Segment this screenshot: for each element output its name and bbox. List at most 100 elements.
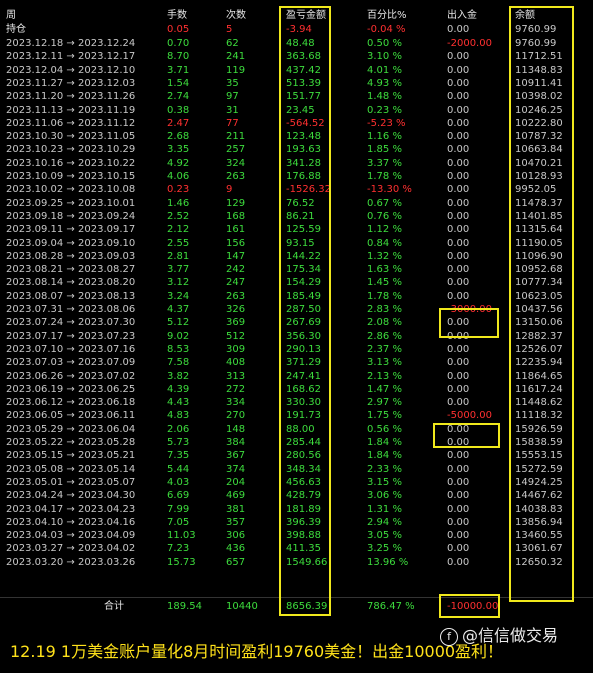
cell-flow: 0.00 bbox=[447, 237, 470, 249]
cell-lots: 3.77 bbox=[167, 264, 190, 276]
cell-flow: 0.00 bbox=[447, 556, 470, 568]
cell-trades: 242 bbox=[226, 264, 246, 276]
cell-pct: 4.93 % bbox=[367, 77, 402, 89]
cell-lots: 15.73 bbox=[167, 556, 196, 568]
open-flow: 0.00 bbox=[447, 24, 470, 35]
cell-lots: 3.24 bbox=[167, 290, 190, 302]
cell-flow: 0.00 bbox=[447, 370, 470, 382]
cell-period: 2023.10.02 → 2023.10.08 bbox=[6, 184, 136, 196]
cell-pct: 3.13 % bbox=[367, 357, 402, 369]
cell-period: 2023.10.09 → 2023.10.15 bbox=[6, 171, 136, 182]
header-pct[interactable]: 百分比% bbox=[367, 10, 407, 22]
cell-flow: 0.00 bbox=[447, 463, 470, 475]
header-lots[interactable]: 手数 bbox=[167, 10, 187, 22]
cell-pct: 0.56 % bbox=[367, 423, 402, 435]
cell-period: 2023.11.13 → 2023.11.19 bbox=[6, 104, 136, 116]
cell-pct: 3.37 % bbox=[367, 157, 402, 169]
cell-period: 2023.03.27 → 2023.04.02 bbox=[6, 543, 136, 555]
watermark-text: @信信做交易 bbox=[462, 626, 559, 645]
cell-pct: 1.32 % bbox=[367, 250, 402, 262]
cell-period: 2023.05.22 → 2023.05.28 bbox=[6, 437, 136, 448]
cell-lots: 4.39 bbox=[167, 383, 190, 395]
cell-trades: 381 bbox=[226, 503, 246, 515]
cell-period: 2023.11.27 → 2023.12.03 bbox=[6, 77, 136, 89]
cell-trades: 148 bbox=[226, 423, 246, 435]
cell-trades: 263 bbox=[226, 290, 246, 302]
cell-period: 2023.04.03 → 2023.04.09 bbox=[6, 530, 136, 542]
cell-flow: 0.00 bbox=[447, 210, 470, 222]
total-lots: 189.54 bbox=[167, 601, 202, 612]
cell-pct: 2.37 % bbox=[367, 343, 402, 355]
cell-period: 2023.07.24 → 2023.07.30 bbox=[6, 317, 136, 329]
cell-period: 2023.08.21 → 2023.08.27 bbox=[6, 264, 136, 276]
open-lots: 0.05 bbox=[167, 24, 190, 35]
header-period[interactable]: 周 bbox=[6, 10, 16, 22]
cell-lots: 0.23 bbox=[167, 184, 190, 196]
cell-lots: 3.82 bbox=[167, 370, 190, 382]
cell-trades: 62 bbox=[226, 38, 239, 49]
cell-flow: 0.00 bbox=[447, 224, 470, 236]
header-flow[interactable]: 出入金 bbox=[447, 10, 477, 22]
cell-trades: 161 bbox=[226, 224, 246, 236]
cell-lots: 5.73 bbox=[167, 437, 190, 448]
cell-lots: 3.71 bbox=[167, 64, 190, 76]
cell-trades: 334 bbox=[226, 397, 246, 409]
cell-trades: 270 bbox=[226, 410, 246, 422]
cell-period: 2023.10.23 → 2023.10.29 bbox=[6, 144, 136, 156]
cell-period: 2023.07.03 → 2023.07.09 bbox=[6, 357, 136, 369]
cell-flow: 0.00 bbox=[447, 383, 470, 395]
cell-lots: 4.92 bbox=[167, 157, 190, 169]
cell-flow: 0.00 bbox=[447, 530, 470, 542]
cell-pct: 1.84 % bbox=[367, 450, 402, 462]
cell-pct: 2.97 % bbox=[367, 397, 402, 409]
cell-lots: 5.12 bbox=[167, 317, 190, 329]
cell-lots: 3.35 bbox=[167, 144, 190, 156]
cell-trades: 357 bbox=[226, 516, 246, 528]
watermark: f @信信做交易 bbox=[440, 622, 558, 646]
caption-text: 12.19 1万美金账户量化8月时间盈利19760美金！出金10000盈利！ bbox=[10, 642, 504, 661]
cell-trades: 309 bbox=[226, 343, 246, 355]
cell-flow: 0.00 bbox=[447, 543, 470, 555]
cell-trades: 324 bbox=[226, 157, 246, 169]
cell-period: 2023.12.11 → 2023.12.17 bbox=[6, 51, 136, 63]
cell-pct: 1.78 % bbox=[367, 171, 402, 182]
cell-flow: 0.00 bbox=[447, 117, 470, 129]
cell-lots: 4.43 bbox=[167, 397, 190, 409]
cell-period: 2023.11.20 → 2023.11.26 bbox=[6, 91, 136, 103]
cell-period: 2023.04.10 → 2023.04.16 bbox=[6, 516, 136, 528]
total-trades: 10440 bbox=[226, 601, 258, 612]
cell-pct: 3.05 % bbox=[367, 530, 402, 542]
cell-period: 2023.05.08 → 2023.05.14 bbox=[6, 463, 136, 475]
cell-period: 2023.09.11 → 2023.09.17 bbox=[6, 224, 136, 236]
cell-flow: 0.00 bbox=[447, 91, 470, 103]
cell-trades: 31 bbox=[226, 104, 239, 116]
cell-pct: 4.01 % bbox=[367, 64, 402, 76]
watermark-logo-icon: f bbox=[440, 627, 458, 646]
total-withdrawal-highlight bbox=[439, 594, 500, 618]
cell-trades: 512 bbox=[226, 330, 246, 342]
cell-period: 2023.10.16 → 2023.10.22 bbox=[6, 157, 136, 169]
total-pct: 786.47 % bbox=[367, 601, 415, 612]
cell-period: 2023.09.25 → 2023.10.01 bbox=[6, 197, 136, 209]
cell-pct: 13.96 % bbox=[367, 556, 409, 568]
cell-lots: 1.46 bbox=[167, 197, 190, 209]
cell-flow: 0.00 bbox=[447, 264, 470, 276]
cell-lots: 8.70 bbox=[167, 51, 190, 63]
open-pct: -0.04 % bbox=[367, 24, 406, 35]
cell-flow: 0.00 bbox=[447, 250, 470, 262]
open-trades: 5 bbox=[226, 24, 233, 35]
cell-trades: 97 bbox=[226, 91, 239, 103]
cell-pct: 3.25 % bbox=[367, 543, 402, 555]
cell-trades: 129 bbox=[226, 197, 246, 209]
header-trades[interactable]: 次数 bbox=[226, 10, 246, 22]
cell-period: 2023.06.19 → 2023.06.25 bbox=[6, 383, 136, 395]
cell-flow: 0.00 bbox=[447, 490, 470, 502]
cell-lots: 3.12 bbox=[167, 277, 190, 289]
cell-period: 2023.09.18 → 2023.09.24 bbox=[6, 210, 136, 222]
cell-trades: 204 bbox=[226, 476, 246, 488]
cell-pct: 3.15 % bbox=[367, 476, 402, 488]
cell-trades: 408 bbox=[226, 357, 246, 369]
cell-period: 2023.07.31 → 2023.08.06 bbox=[6, 304, 136, 315]
cell-trades: 384 bbox=[226, 437, 246, 448]
cell-lots: 7.58 bbox=[167, 357, 190, 369]
